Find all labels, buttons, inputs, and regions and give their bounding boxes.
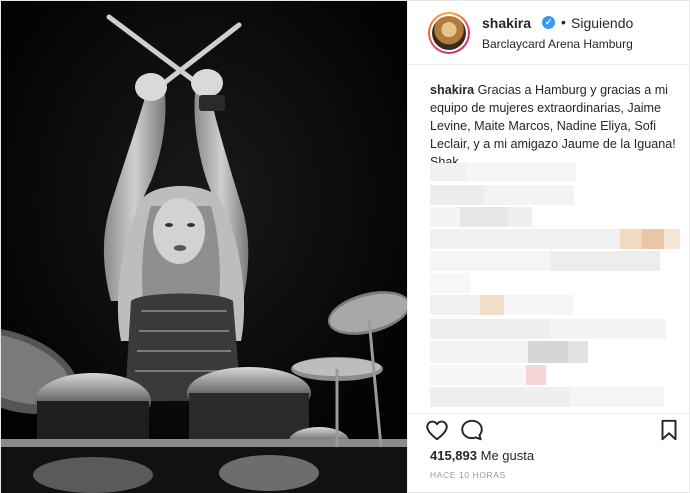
blur-block (430, 273, 470, 293)
blur-block (528, 341, 568, 363)
header-separator: • (561, 14, 566, 30)
verified-icon: ✓ (542, 16, 555, 29)
likes-number: 415,893 (430, 448, 477, 463)
blur-block (466, 163, 576, 181)
blur-block (460, 207, 508, 227)
blur-block (642, 229, 664, 249)
post-actions: 415,893 Me gusta HACE 10 HORAS (408, 413, 690, 493)
following-button[interactable]: Siguiendo (571, 15, 633, 31)
blur-block (568, 341, 588, 363)
blur-block (430, 185, 484, 205)
instagram-post: shakira ✓ • Siguiendo Barclaycard Arena … (0, 0, 690, 493)
location-link[interactable]: Barclaycard Arena Hamburg (482, 37, 633, 51)
blur-block (430, 163, 466, 181)
blur-block (508, 207, 532, 227)
blurred-comments (430, 163, 680, 413)
blur-block (430, 365, 526, 385)
post-header: shakira ✓ • Siguiendo Barclaycard Arena … (408, 1, 690, 65)
blur-block (570, 387, 664, 407)
blur-block (550, 319, 666, 339)
blur-block (430, 387, 570, 407)
avatar[interactable] (428, 12, 470, 54)
heart-icon[interactable] (424, 417, 450, 443)
likes-label: Me gusta (480, 448, 535, 463)
blur-block (430, 319, 550, 339)
blur-block (664, 229, 680, 249)
blur-block (550, 251, 660, 271)
likes-count[interactable]: 415,893 Me gusta (430, 448, 534, 463)
blur-block (526, 365, 546, 385)
post-side-panel: shakira ✓ • Siguiendo Barclaycard Arena … (407, 1, 690, 493)
blur-block (430, 207, 460, 227)
caption-username[interactable]: shakira (430, 83, 474, 97)
blur-block (484, 185, 574, 205)
post-photo[interactable] (1, 1, 407, 493)
avatar-ring (430, 14, 468, 52)
bookmark-icon[interactable] (656, 417, 682, 443)
avatar-image (432, 16, 466, 50)
blur-block (430, 229, 620, 249)
blur-block (430, 295, 480, 315)
comment-icon[interactable] (459, 417, 485, 443)
blur-block (430, 341, 528, 363)
blur-block (430, 251, 550, 271)
blur-block (620, 229, 642, 249)
drummer-photo (1, 1, 407, 493)
post-caption: shakira Gracias a Hamburg y gracias a mi… (430, 81, 680, 171)
header-username[interactable]: shakira (482, 15, 531, 31)
post-timestamp[interactable]: HACE 10 HORAS (430, 470, 506, 480)
blur-block (480, 295, 504, 315)
blur-block (504, 295, 574, 315)
